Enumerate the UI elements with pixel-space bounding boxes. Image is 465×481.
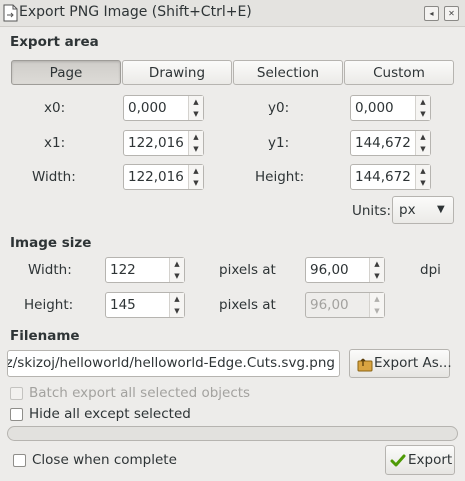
area-height-value: 144,672 [355,169,411,185]
dpi-x-increment[interactable]: ▲ [370,258,384,270]
y0-decrement[interactable]: ▼ [416,108,430,120]
units-dropdown[interactable]: px ▼ [392,196,454,224]
tab-drawing[interactable]: Drawing [122,60,232,85]
document-export-icon [3,4,18,22]
area-width-increment[interactable]: ▲ [189,165,203,177]
x1-decrement[interactable]: ▼ [189,143,203,155]
units-label: Units: [352,203,392,219]
image-height-value: 145 [110,297,136,313]
image-height-label: Height: [24,297,74,313]
export-label: Export [408,452,453,468]
y1-value: 144,672 [355,135,411,151]
dpi-x-decrement[interactable]: ▼ [370,270,384,282]
window-title: Export PNG Image (Shift+Ctrl+E) [19,4,252,20]
x1-spinbox[interactable]: 122,016 ▲ ▼ [123,130,204,156]
y1-spinbox[interactable]: 144,672 ▲ ▼ [350,130,431,156]
units-value: px [399,202,416,218]
area-width-decrement[interactable]: ▼ [189,177,203,189]
area-width-spinbox[interactable]: 122,016 ▲ ▼ [123,164,204,190]
restore-icon[interactable]: ◂ [424,6,439,21]
x1-value: 122,016 [128,135,184,151]
area-width-value: 122,016 [128,169,184,185]
x1-increment[interactable]: ▲ [189,131,203,143]
area-height-decrement[interactable]: ▼ [416,177,430,189]
image-height-increment[interactable]: ▲ [170,293,184,305]
close-when-complete-label: Close when complete [32,452,177,468]
x0-value: 0,000 [128,100,167,116]
image-width-decrement[interactable]: ▼ [170,270,184,282]
hide-all-checkbox[interactable] [10,408,23,421]
export-button[interactable]: Export [385,445,455,475]
dpi-x-spinbox[interactable]: 96,00 ▲ ▼ [305,257,385,283]
y0-spinbox[interactable]: 0,000 ▲ ▼ [350,95,431,121]
image-height-decrement[interactable]: ▼ [170,305,184,317]
x0-spinbox[interactable]: 0,000 ▲ ▼ [123,95,204,121]
tab-selection[interactable]: Selection [233,60,343,85]
export-progress-bar [7,426,458,441]
area-height-spinbox[interactable]: 144,672 ▲ ▼ [350,164,431,190]
image-width-value: 122 [110,262,136,278]
x0-decrement[interactable]: ▼ [189,108,203,120]
y1-increment[interactable]: ▲ [416,131,430,143]
y0-label: y0: [268,100,290,116]
image-height-spinbox[interactable]: 145 ▲ ▼ [105,292,185,318]
y0-increment[interactable]: ▲ [416,96,430,108]
dpi-y-value: 96,00 [310,297,349,313]
x0-label: x0: [44,100,66,116]
export-as-label: Export As... [374,355,452,371]
filename-value: ez/skizoj/helloworld/helloworld-Edge.Cut… [7,355,335,371]
dpi-y-decrement: ▼ [374,307,380,315]
image-width-label: Width: [28,262,72,278]
filename-input[interactable]: ez/skizoj/helloworld/helloworld-Edge.Cut… [7,350,340,377]
image-width-increment[interactable]: ▲ [170,258,184,270]
batch-export-label: Batch export all selected objects [29,385,251,401]
close-when-complete-checkbox[interactable] [13,454,26,467]
chevron-down-icon: ▼ [437,204,445,215]
dpi-y-increment: ▲ [374,295,380,303]
dpi-x-value: 96,00 [310,262,349,278]
checkmark-icon [390,454,406,467]
hide-all-label: Hide all except selected [29,406,191,422]
pixels-at-label-y: pixels at [219,297,276,313]
pixels-at-label-x: pixels at [219,262,276,278]
dpi-y-spinbox: 96,00 ▲ ▼ [305,292,385,318]
x1-label: x1: [44,135,66,151]
y1-decrement[interactable]: ▼ [416,143,430,155]
width-label: Width: [32,169,76,185]
export-as-icon [357,358,373,372]
image-width-spinbox[interactable]: 122 ▲ ▼ [105,257,185,283]
close-icon[interactable]: ✕ [444,6,459,21]
filename-heading: Filename [10,328,80,344]
area-height-increment[interactable]: ▲ [416,165,430,177]
height-label: Height: [255,169,305,185]
export-as-button[interactable]: Export As... [349,349,452,378]
image-size-heading: Image size [10,235,92,251]
tab-custom[interactable]: Custom [344,60,454,85]
y1-label: y1: [268,135,290,151]
x0-increment[interactable]: ▲ [189,96,203,108]
export-area-heading: Export area [10,34,99,50]
batch-export-checkbox [10,387,23,400]
tab-page[interactable]: Page [11,60,121,85]
dpi-label-x: dpi [420,262,441,278]
y0-value: 0,000 [355,100,394,116]
